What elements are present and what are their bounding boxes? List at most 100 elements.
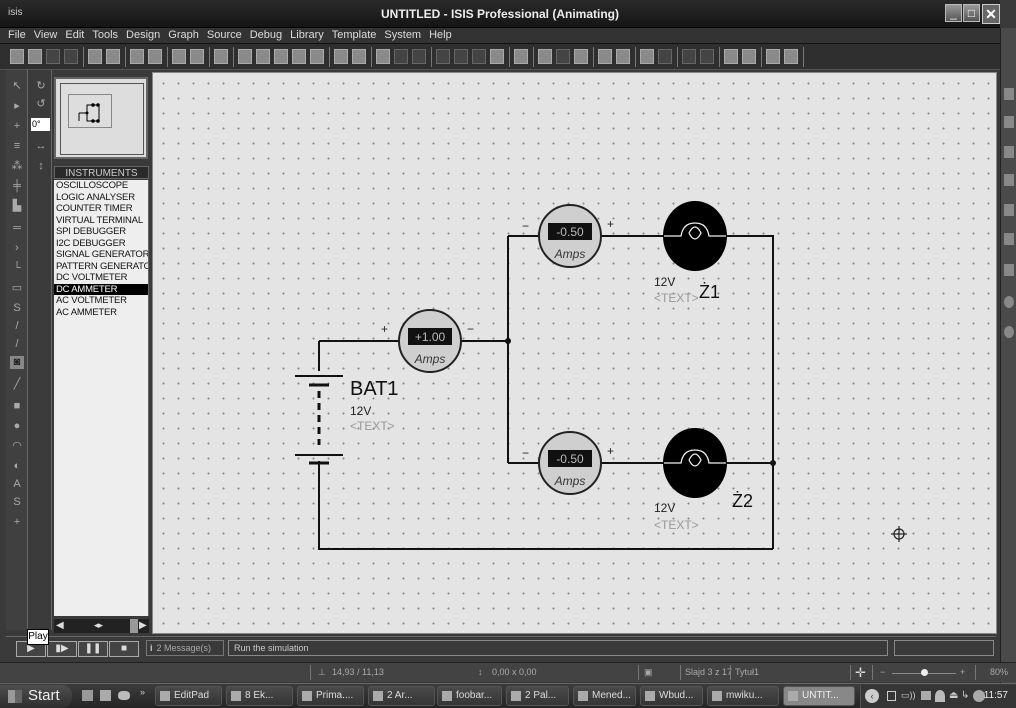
lamp-z2[interactable] [663, 428, 727, 498]
menu-system[interactable]: System [384, 28, 421, 42]
zoom-out-icon[interactable] [256, 49, 270, 64]
block-rotate-icon[interactable] [454, 49, 468, 64]
wire-label-icon[interactable]: ≡ [10, 140, 24, 153]
quicklaunch-app-icon[interactable] [118, 691, 130, 700]
step-button[interactable]: ▮▶ [47, 641, 77, 657]
box-2d-icon[interactable]: ■ [10, 400, 24, 413]
list-item-virtual-terminal[interactable]: VIRTUAL TERMINAL [54, 215, 148, 227]
tray-expand-icon[interactable]: ‹ [865, 689, 879, 703]
menu-tools[interactable]: Tools [92, 28, 118, 42]
search-icon[interactable] [598, 49, 612, 64]
component-mode-icon[interactable]: ▸ [10, 100, 24, 113]
pan-icon[interactable] [214, 49, 228, 64]
menu-graph[interactable]: Graph [168, 28, 199, 42]
tray-security-icon[interactable] [935, 690, 945, 702]
open-icon[interactable] [28, 49, 42, 64]
tray-show-desktop-icon[interactable] [887, 691, 896, 701]
bill-of-materials-icon[interactable] [742, 49, 756, 64]
cut-icon[interactable] [352, 49, 366, 64]
task-isis[interactable]: UNTIT... [783, 686, 855, 706]
zoom-all-icon[interactable] [274, 49, 288, 64]
clock[interactable]: 11:57 [984, 690, 1008, 701]
device-pins-icon[interactable]: › [10, 242, 24, 255]
electrical-rules-icon[interactable] [766, 49, 780, 64]
rotate-cw-icon[interactable]: ↻ [34, 80, 48, 93]
netlist-ares-icon[interactable] [784, 49, 798, 64]
refresh-icon[interactable] [148, 49, 162, 64]
generator-icon[interactable]: S [10, 302, 24, 315]
menu-help[interactable]: Help [429, 28, 452, 42]
list-item-i2c-debugger[interactable]: I2C DEBUGGER [54, 238, 148, 250]
path-2d-icon[interactable]: ◐ [10, 460, 24, 473]
list-item-signal-generator[interactable]: SIGNAL GENERATOR [54, 249, 148, 261]
print-icon[interactable] [106, 49, 120, 64]
make-device-icon[interactable] [514, 49, 528, 64]
fit-icon[interactable]: ▣ [644, 667, 653, 678]
scroll-thumb-icon[interactable]: ◂▸ [94, 620, 103, 631]
menu-source[interactable]: Source [207, 28, 242, 42]
marker-2d-icon[interactable]: + [10, 516, 24, 529]
list-item-counter-timer[interactable]: COUNTER TIMER [54, 203, 148, 215]
graph-mode-icon[interactable]: └ [10, 262, 24, 275]
task-prima[interactable]: Prima.... [297, 686, 364, 706]
task-archives[interactable]: 2 Ar... [368, 686, 435, 706]
decompose-icon[interactable] [556, 49, 570, 64]
tray-eject-icon[interactable]: ⏏ [949, 690, 958, 701]
instruments-horizontal-scrollbar[interactable]: ◀ ◂▸ ▶ [54, 619, 149, 633]
menu-debug[interactable]: Debug [250, 28, 282, 42]
menu-design[interactable]: Design [126, 28, 160, 42]
menu-file[interactable]: File [8, 28, 26, 42]
block-move-icon[interactable] [436, 49, 450, 64]
list-item-ac-ammeter[interactable]: AC AMMETER [54, 307, 148, 319]
pick-device-icon[interactable] [490, 49, 504, 64]
overview-viewport[interactable] [68, 94, 112, 128]
selection-mode-icon[interactable]: ↖ [10, 80, 24, 93]
block-delete-icon[interactable] [472, 49, 486, 64]
origin-icon[interactable] [190, 49, 204, 64]
menu-library[interactable]: Library [290, 28, 324, 42]
overview-window[interactable] [54, 77, 148, 159]
subcircuit-icon[interactable]: ▙ [10, 200, 24, 213]
print-area-icon[interactable] [130, 49, 144, 64]
list-item-pattern-generator[interactable]: PATTERN GENERATOR [54, 261, 148, 273]
lamp-z1[interactable] [663, 201, 727, 271]
redo-icon[interactable] [334, 49, 348, 64]
task-foobar[interactable]: foobar... [437, 686, 502, 706]
save-icon[interactable] [46, 49, 60, 64]
text-2d-icon[interactable]: A [10, 478, 24, 491]
paste-icon[interactable] [394, 49, 408, 64]
grid-icon[interactable] [172, 49, 186, 64]
quicklaunch-ie-icon[interactable] [82, 690, 93, 701]
pause-button[interactable]: ❚❚ [78, 641, 108, 657]
packaging-icon[interactable] [538, 49, 552, 64]
mirror-y-icon[interactable]: ↕ [34, 160, 48, 173]
block-copy-icon[interactable] [412, 49, 426, 64]
task-wbud[interactable]: Wbud... [640, 686, 703, 706]
close-button[interactable]: ✕ [982, 4, 1000, 24]
import-icon[interactable] [64, 49, 78, 64]
zoom-in-icon[interactable] [238, 49, 252, 64]
task-mwiku[interactable]: mwiku... [707, 686, 779, 706]
rotate-ccw-icon[interactable]: ↺ [34, 98, 48, 111]
battery-bat1[interactable] [295, 375, 343, 465]
arc-2d-icon[interactable]: ◠ [10, 440, 24, 453]
mirror-x-icon[interactable]: ↔ [34, 140, 48, 153]
circle-2d-icon[interactable]: ● [10, 420, 24, 433]
list-item-logic-analyser[interactable]: LOGIC ANALYSER [54, 192, 148, 204]
bus-icon[interactable]: ╪ [10, 180, 24, 193]
zoom-in-button[interactable]: + [960, 667, 965, 677]
minimize-button[interactable]: _ [945, 4, 962, 22]
scroll-thumb[interactable] [130, 619, 138, 633]
list-item-dc-ammeter[interactable]: DC AMMETER [54, 283, 148, 295]
list-item-dc-voltmeter[interactable]: DC VOLTMETER [54, 272, 148, 284]
list-item-oscilloscope[interactable]: OSCILLOSCOPE [54, 180, 148, 192]
voltage-probe-icon[interactable]: / [10, 320, 24, 333]
design-explorer-icon[interactable] [640, 49, 654, 64]
zoom-out-button[interactable]: − [880, 667, 885, 677]
scroll-right-icon[interactable]: ▶ [139, 620, 147, 631]
line-2d-icon[interactable]: ╱ [10, 378, 24, 391]
property-assignment-icon[interactable] [616, 49, 630, 64]
start-button[interactable]: Start [0, 685, 72, 708]
wire-autorouter-icon[interactable] [574, 49, 588, 64]
terminals-icon[interactable]: ═ [10, 222, 24, 235]
